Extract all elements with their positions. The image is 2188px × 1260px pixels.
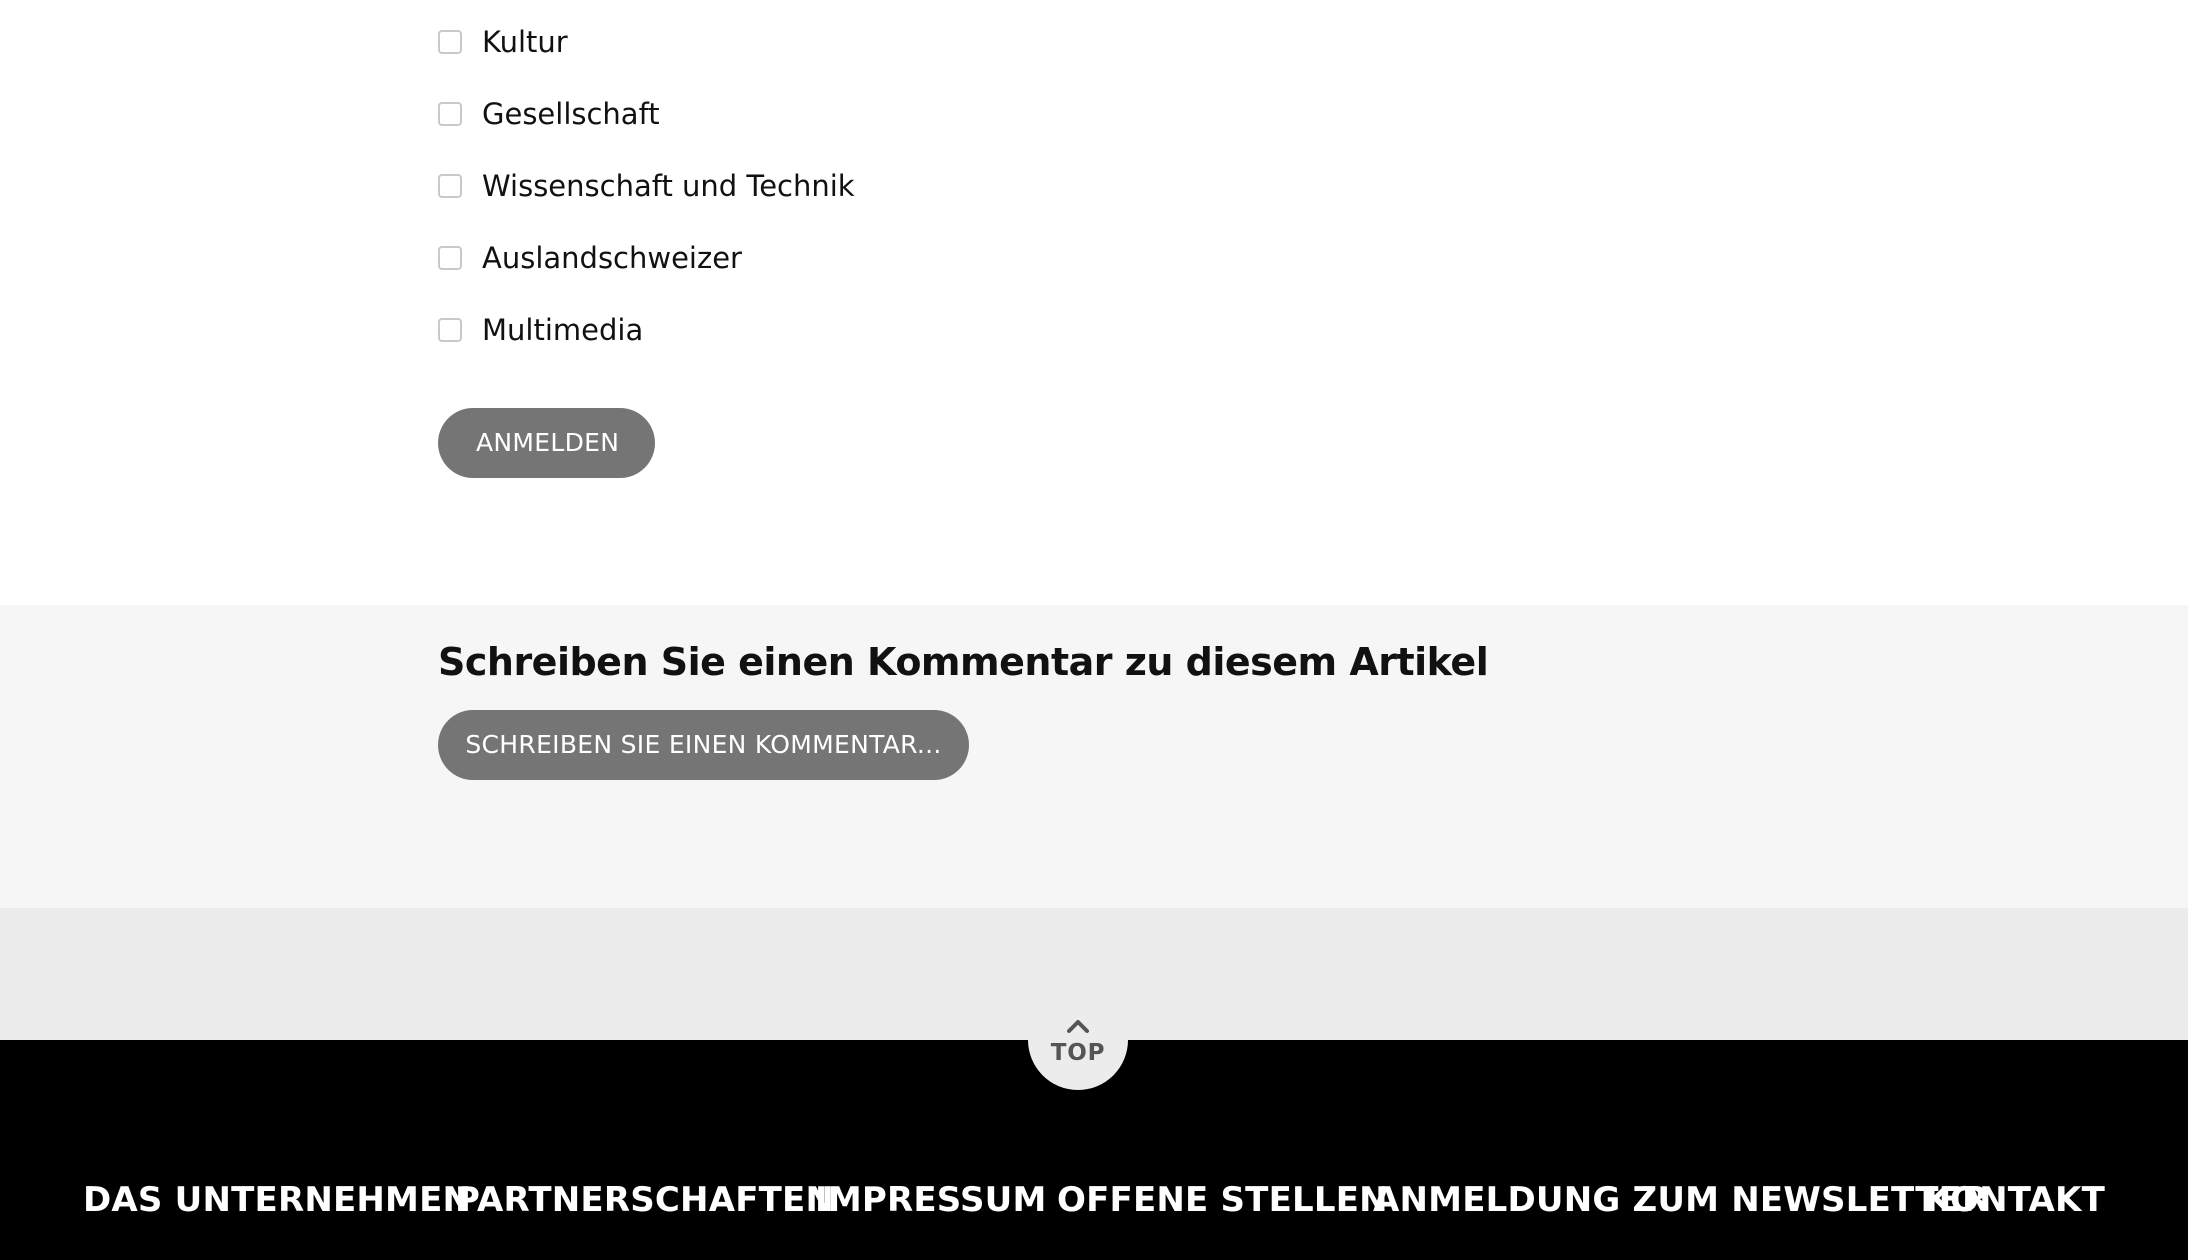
topic-wissenschaft-und-technik[interactable]: Wissenschaft und Technik [438, 164, 855, 208]
topic-kultur[interactable]: Kultur [438, 20, 568, 64]
topic-gesellschaft-label: Gesellschaft [482, 96, 660, 131]
topic-auslandschweizer-label: Auslandschweizer [482, 240, 742, 275]
topic-gesellschaft-checkbox[interactable] [438, 102, 462, 126]
topic-auslandschweizer[interactable]: Auslandschweizer [438, 236, 742, 280]
topic-wissenschaft-und-technik-checkbox[interactable] [438, 174, 462, 198]
footer-link-kontakt[interactable]: KONTAKT [1925, 1172, 2105, 1228]
footer-link-impressum[interactable]: IMPRESSUM [815, 1172, 1047, 1228]
topic-kultur-checkbox[interactable] [438, 30, 462, 54]
topic-gesellschaft[interactable]: Gesellschaft [438, 92, 660, 136]
footer-link-partnerschaften[interactable]: PARTNERSCHAFTEN [455, 1172, 834, 1228]
footer-nav: DAS UNTERNEHMEN PARTNERSCHAFTEN IMPRESSU… [0, 1172, 2188, 1228]
topic-wissenschaft-und-technik-label: Wissenschaft und Technik [482, 168, 855, 203]
topic-multimedia[interactable]: Multimedia [438, 308, 643, 352]
footer-link-anmeldung-zum-newsletter[interactable]: ANMELDUNG ZUM NEWSLETTER [1373, 1172, 1988, 1228]
comment-heading: Schreiben Sie einen Kommentar zu diesem … [438, 640, 1489, 684]
topic-auslandschweizer-checkbox[interactable] [438, 246, 462, 270]
subscribe-button[interactable]: ANMELDEN [438, 408, 655, 478]
topic-multimedia-label: Multimedia [482, 312, 644, 347]
chevron-up-icon [1067, 1020, 1089, 1033]
write-comment-button[interactable]: SCHREIBEN SIE EINEN KOMMENTAR... [438, 710, 969, 780]
back-to-top-button[interactable]: TOP [1028, 990, 1128, 1090]
footer-link-offene-stellen[interactable]: OFFENE STELLEN [1057, 1172, 1388, 1228]
back-to-top-label: TOP [1050, 1040, 1106, 1066]
topic-kultur-label: Kultur [482, 24, 568, 59]
page: Kultur Gesellschaft Wissenschaft und Tec… [0, 0, 2188, 1260]
footer-link-das-unternehmen[interactable]: DAS UNTERNEHMEN [83, 1172, 471, 1228]
topic-multimedia-checkbox[interactable] [438, 318, 462, 342]
comment-section: Schreiben Sie einen Kommentar zu diesem … [0, 605, 2188, 908]
